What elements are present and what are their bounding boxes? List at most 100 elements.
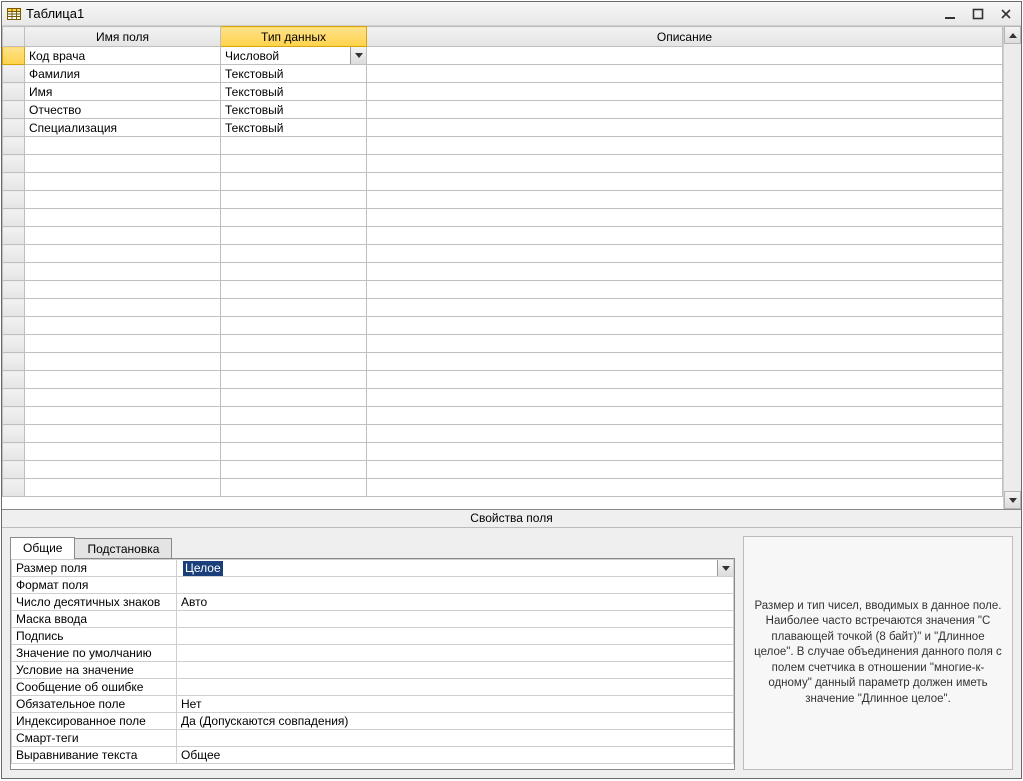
property-row[interactable]: Условие на значение (12, 662, 734, 679)
field-name-cell[interactable] (25, 209, 221, 227)
data-type-cell[interactable] (221, 407, 367, 425)
data-type-cell[interactable] (221, 173, 367, 191)
table-row[interactable]: ИмяТекстовый (3, 83, 1003, 101)
property-row[interactable]: Маска ввода (12, 611, 734, 628)
description-cell[interactable] (367, 299, 1003, 317)
tab-lookup[interactable]: Подстановка (74, 538, 172, 558)
table-row[interactable]: Код врачаЧисловой (3, 47, 1003, 65)
property-value-selected[interactable]: Целое (183, 561, 223, 576)
property-value[interactable] (177, 611, 734, 628)
row-selector[interactable] (3, 263, 25, 281)
table-row[interactable] (3, 281, 1003, 299)
property-row[interactable]: Размер поляЦелое (12, 560, 734, 577)
row-selector[interactable] (3, 101, 25, 119)
data-type-cell[interactable] (221, 335, 367, 353)
table-row[interactable] (3, 371, 1003, 389)
data-type-cell[interactable] (221, 281, 367, 299)
field-name-cell[interactable] (25, 317, 221, 335)
property-value[interactable] (177, 679, 734, 696)
table-row[interactable] (3, 263, 1003, 281)
fields-grid[interactable]: Имя поля Тип данных Описание Код врачаЧи… (2, 26, 1003, 497)
field-name-cell[interactable]: Фамилия (25, 65, 221, 83)
field-name-cell[interactable] (25, 443, 221, 461)
table-row[interactable]: ОтчествоТекстовый (3, 101, 1003, 119)
table-row[interactable] (3, 479, 1003, 497)
data-type-dropdown-button[interactable] (350, 47, 366, 64)
row-selector[interactable] (3, 119, 25, 137)
data-type-cell[interactable] (221, 209, 367, 227)
data-type-cell[interactable] (221, 317, 367, 335)
row-selector[interactable] (3, 407, 25, 425)
table-row[interactable] (3, 173, 1003, 191)
data-type-cell[interactable] (221, 227, 367, 245)
property-value[interactable]: Целое (177, 560, 734, 577)
table-row[interactable] (3, 425, 1003, 443)
property-value[interactable] (177, 730, 734, 747)
table-row[interactable] (3, 461, 1003, 479)
description-cell[interactable] (367, 137, 1003, 155)
description-cell[interactable] (367, 227, 1003, 245)
field-name-cell[interactable] (25, 227, 221, 245)
row-selector[interactable] (3, 191, 25, 209)
field-name-cell[interactable] (25, 173, 221, 191)
table-row[interactable]: СпециализацияТекстовый (3, 119, 1003, 137)
col-description[interactable]: Описание (367, 27, 1003, 47)
field-name-cell[interactable] (25, 155, 221, 173)
description-cell[interactable] (367, 155, 1003, 173)
property-value[interactable]: Авто (177, 594, 734, 611)
scroll-track[interactable] (1004, 44, 1021, 491)
property-row[interactable]: Выравнивание текстаОбщее (12, 747, 734, 764)
data-type-cell[interactable] (221, 389, 367, 407)
description-cell[interactable] (367, 263, 1003, 281)
field-name-cell[interactable] (25, 335, 221, 353)
field-name-cell[interactable]: Имя (25, 83, 221, 101)
table-row[interactable] (3, 353, 1003, 371)
data-type-cell[interactable] (221, 461, 367, 479)
data-type-cell[interactable] (221, 425, 367, 443)
description-cell[interactable] (367, 407, 1003, 425)
data-type-cell[interactable]: Текстовый (221, 83, 367, 101)
table-row[interactable] (3, 227, 1003, 245)
field-name-cell[interactable] (25, 389, 221, 407)
field-name-cell[interactable] (25, 281, 221, 299)
field-name-cell[interactable] (25, 137, 221, 155)
description-cell[interactable] (367, 209, 1003, 227)
table-row[interactable] (3, 443, 1003, 461)
description-cell[interactable] (367, 335, 1003, 353)
property-value[interactable] (177, 628, 734, 645)
field-name-cell[interactable]: Специализация (25, 119, 221, 137)
property-row[interactable]: Число десятичных знаковАвто (12, 594, 734, 611)
table-row[interactable] (3, 191, 1003, 209)
table-row[interactable] (3, 335, 1003, 353)
row-selector[interactable] (3, 155, 25, 173)
description-cell[interactable] (367, 425, 1003, 443)
table-row[interactable] (3, 155, 1003, 173)
property-row[interactable]: Смарт-теги (12, 730, 734, 747)
row-selector[interactable] (3, 443, 25, 461)
minimize-button[interactable] (939, 5, 961, 23)
property-row[interactable]: Формат поля (12, 577, 734, 594)
row-selector[interactable] (3, 137, 25, 155)
property-dropdown-button[interactable] (717, 560, 733, 576)
property-value[interactable] (177, 645, 734, 662)
description-cell[interactable] (367, 317, 1003, 335)
property-row[interactable]: Подпись (12, 628, 734, 645)
field-name-cell[interactable] (25, 461, 221, 479)
description-cell[interactable] (367, 173, 1003, 191)
property-value[interactable] (177, 662, 734, 679)
description-cell[interactable] (367, 281, 1003, 299)
scroll-down-button[interactable] (1004, 491, 1021, 509)
table-row[interactable] (3, 245, 1003, 263)
property-value[interactable] (177, 577, 734, 594)
data-type-cell[interactable] (221, 299, 367, 317)
row-selector[interactable] (3, 65, 25, 83)
table-row[interactable] (3, 407, 1003, 425)
field-name-cell[interactable] (25, 299, 221, 317)
table-row[interactable] (3, 209, 1003, 227)
data-type-cell[interactable] (221, 191, 367, 209)
description-cell[interactable] (367, 83, 1003, 101)
row-selector[interactable] (3, 461, 25, 479)
scroll-up-button[interactable] (1004, 26, 1021, 44)
col-data-type[interactable]: Тип данных (221, 27, 367, 47)
tab-general[interactable]: Общие (10, 537, 75, 559)
